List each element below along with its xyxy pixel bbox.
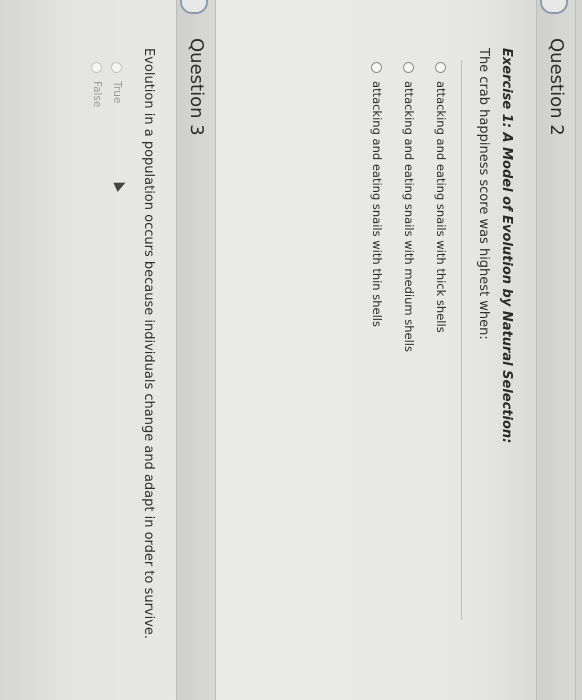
option-label: False bbox=[91, 81, 103, 108]
radio-button-icon[interactable] bbox=[371, 62, 383, 73]
radio-button-icon[interactable] bbox=[91, 62, 103, 73]
option-thin-shells[interactable]: attacking and eating snails with thin sh… bbox=[368, 62, 386, 327]
radio-button-icon[interactable] bbox=[111, 62, 123, 73]
option-label: True bbox=[111, 81, 123, 104]
option-label: attacking and eating snails with medium … bbox=[402, 81, 416, 352]
question-3-title: Question 3 bbox=[186, 38, 207, 136]
option-label: attacking and eating snails with thick s… bbox=[434, 81, 448, 333]
flag-tab-icon[interactable] bbox=[540, 0, 568, 14]
question-3-header: Question 3 bbox=[176, 0, 216, 700]
quiz-page: Question 2 Exercise 1: A Model of Evolut… bbox=[0, 0, 582, 700]
photo-screen: Question 2 Exercise 1: A Model of Evolut… bbox=[0, 0, 582, 700]
radio-button-icon[interactable] bbox=[403, 62, 415, 73]
flag-tab-icon[interactable] bbox=[180, 0, 208, 14]
option-true[interactable]: True bbox=[108, 62, 126, 103]
option-false[interactable]: False bbox=[88, 62, 106, 107]
exercise-title: Exercise 1: A Model of Evolution by Natu… bbox=[499, 48, 514, 444]
radio-button-icon[interactable] bbox=[435, 62, 447, 73]
mouse-pointer-icon bbox=[113, 178, 128, 192]
question-3-text: Evolution in a population occurs because… bbox=[141, 48, 156, 640]
option-thick-shells[interactable]: attacking and eating snails with thick s… bbox=[432, 62, 450, 333]
question-2-title: Question 2 bbox=[546, 38, 567, 136]
divider bbox=[461, 60, 462, 620]
option-label: attacking and eating snails with thin sh… bbox=[370, 81, 384, 327]
question-2-header: Question 2 bbox=[536, 0, 576, 700]
question-2-text: The crab happiness score was highest whe… bbox=[476, 48, 491, 340]
option-medium-shells[interactable]: attacking and eating snails with medium … bbox=[400, 62, 418, 352]
